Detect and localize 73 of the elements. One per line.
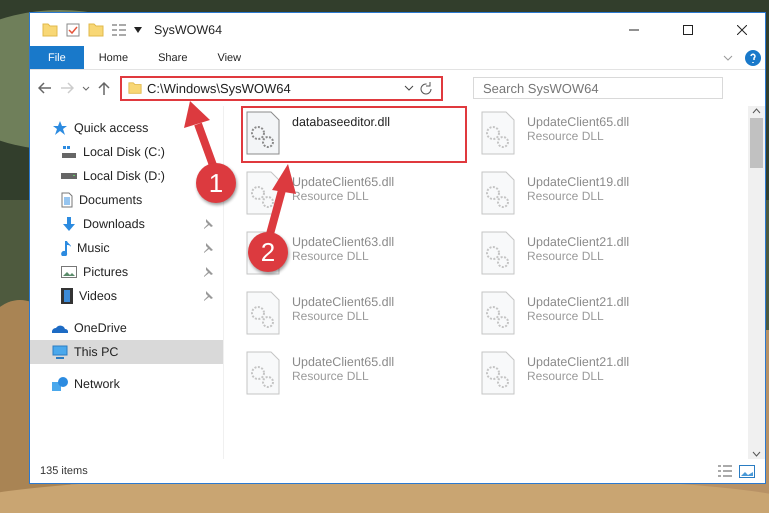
music-note-icon xyxy=(61,240,71,256)
file-name[interactable]: databaseeditor.dll xyxy=(292,115,390,129)
gear-file-icon xyxy=(481,231,515,275)
sidebar-item[interactable]: Downloads xyxy=(30,212,223,236)
address-bar[interactable]: C:\Windows\SysWOW64 xyxy=(120,76,443,100)
file-type: Resource DLL xyxy=(292,309,370,323)
gear-file-icon xyxy=(481,171,515,215)
help-icon xyxy=(745,50,761,66)
drive-icon xyxy=(61,173,77,179)
scrollbar-thumb[interactable] xyxy=(750,118,763,168)
up-arrow-icon xyxy=(98,81,110,95)
ribbon-tab[interactable]: File xyxy=(30,46,84,69)
gear-file-icon xyxy=(481,351,515,395)
search-field[interactable]: Search SysWOW64 xyxy=(473,77,723,99)
back-arrow-icon xyxy=(38,82,52,94)
tiles-view-icon xyxy=(739,464,755,478)
file-type: Resource DLL xyxy=(292,189,370,203)
sidebar-item[interactable]: Local Disk (D:) xyxy=(30,164,167,188)
file-type: Resource DLL xyxy=(292,369,370,383)
chevron-up-icon xyxy=(752,106,761,116)
dropdown-icon xyxy=(134,26,142,32)
gear-file-icon xyxy=(481,111,515,155)
file-type: Resource DLL xyxy=(527,309,605,323)
ribbon-tab[interactable]: Share xyxy=(143,46,202,69)
file-type: Resource DLL xyxy=(527,369,605,383)
file-type: Resource DLL xyxy=(527,189,605,203)
refresh-icon xyxy=(419,81,433,95)
drive-icon xyxy=(61,146,77,158)
sidebar-item[interactable]: Quick access xyxy=(30,116,150,140)
chevron-down-icon xyxy=(82,86,90,90)
folder-icon xyxy=(42,22,58,36)
checklist-icon xyxy=(66,22,80,36)
download-icon xyxy=(61,216,77,232)
details-view-icon xyxy=(717,465,733,477)
chevron-down-icon xyxy=(404,85,414,91)
ribbon-tab[interactable]: Home xyxy=(84,46,144,69)
monitor-icon xyxy=(52,344,68,360)
sidebar-item[interactable]: Pictures xyxy=(30,260,223,284)
film-icon xyxy=(61,288,73,304)
sidebar-item[interactable]: This PC xyxy=(30,340,223,364)
maximize-icon xyxy=(683,24,693,34)
document-icon xyxy=(61,192,73,208)
sidebar-item[interactable]: Documents xyxy=(30,188,144,212)
sidebar-item[interactable]: Music xyxy=(30,236,223,260)
minimize-icon xyxy=(629,28,639,30)
picture-icon xyxy=(61,266,77,278)
sidebar-item[interactable]: Local Disk (C:) xyxy=(30,140,167,164)
cloud-icon xyxy=(52,323,68,333)
sidebar-item[interactable]: OneDrive xyxy=(30,316,129,340)
network-icon xyxy=(52,377,68,391)
gear-file-icon xyxy=(246,171,280,215)
file-type: Resource DLL xyxy=(527,249,605,263)
ribbon-tab[interactable]: View xyxy=(202,46,256,69)
file-type: Resource DLL xyxy=(527,129,605,143)
folder-icon xyxy=(88,22,104,36)
file-type: Resource DLL xyxy=(292,249,370,263)
chevron-down-icon xyxy=(723,54,733,60)
folder-icon xyxy=(128,81,142,95)
chevron-down-icon xyxy=(752,449,761,459)
gear-file-icon xyxy=(481,291,515,335)
scrollbar[interactable] xyxy=(748,106,765,459)
forward-arrow-icon xyxy=(60,82,74,94)
properties-icon xyxy=(112,24,126,36)
close-icon xyxy=(737,24,747,34)
gear-file-icon xyxy=(246,291,280,335)
sidebar-item[interactable]: Network xyxy=(30,372,122,396)
sidebar-item[interactable]: Videos xyxy=(30,284,223,308)
file-tile[interactable]: databaseeditor.dll xyxy=(241,106,467,163)
gear-file-icon xyxy=(246,351,280,395)
window-title: SysWOW64 xyxy=(154,22,224,36)
star-icon xyxy=(52,120,68,136)
gear-file-icon xyxy=(246,111,280,155)
item-count: 135 items xyxy=(40,465,89,477)
